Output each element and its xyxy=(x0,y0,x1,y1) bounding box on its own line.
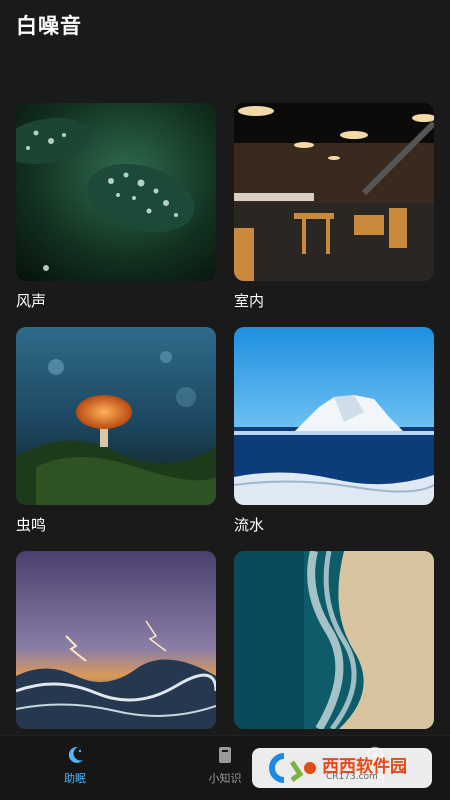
sound-card-wind[interactable]: 风声 xyxy=(16,103,216,327)
sound-thumbnail xyxy=(16,551,216,729)
sound-thumbnail xyxy=(234,103,434,281)
sound-thumbnail xyxy=(234,551,434,729)
sound-thumbnail xyxy=(234,327,434,505)
site-watermark: 西西软件园 CR173.com xyxy=(252,748,432,788)
sound-label: 流水 xyxy=(234,516,265,534)
sound-label: 风声 xyxy=(16,292,47,310)
book-icon xyxy=(219,747,231,763)
sound-label: 虫鸣 xyxy=(16,516,47,534)
sound-card-indoor[interactable]: 室内 xyxy=(234,103,434,327)
watermark-logo-icon xyxy=(269,753,316,783)
tab-sleep[interactable]: 助眠 xyxy=(30,744,120,796)
sound-label: 室内 xyxy=(234,292,265,310)
tab-label: 助眠 xyxy=(64,772,86,785)
moon-icon xyxy=(68,746,83,763)
page-title: 白噪音 xyxy=(16,14,82,38)
sound-thumbnail xyxy=(16,103,216,281)
sound-thumbnail xyxy=(16,327,216,505)
sound-grid: 风声 室内 虫鸣 流水 xyxy=(16,103,434,775)
app-screen: 白噪音 风声 室内 虫鸣 流水 助眠 小知识 西西软件园 CR173.com xyxy=(0,0,450,800)
sound-card-insects[interactable]: 虫鸣 xyxy=(16,327,216,551)
watermark-subtext: CR173.com xyxy=(326,772,378,782)
sound-card-water[interactable]: 流水 xyxy=(234,327,434,551)
